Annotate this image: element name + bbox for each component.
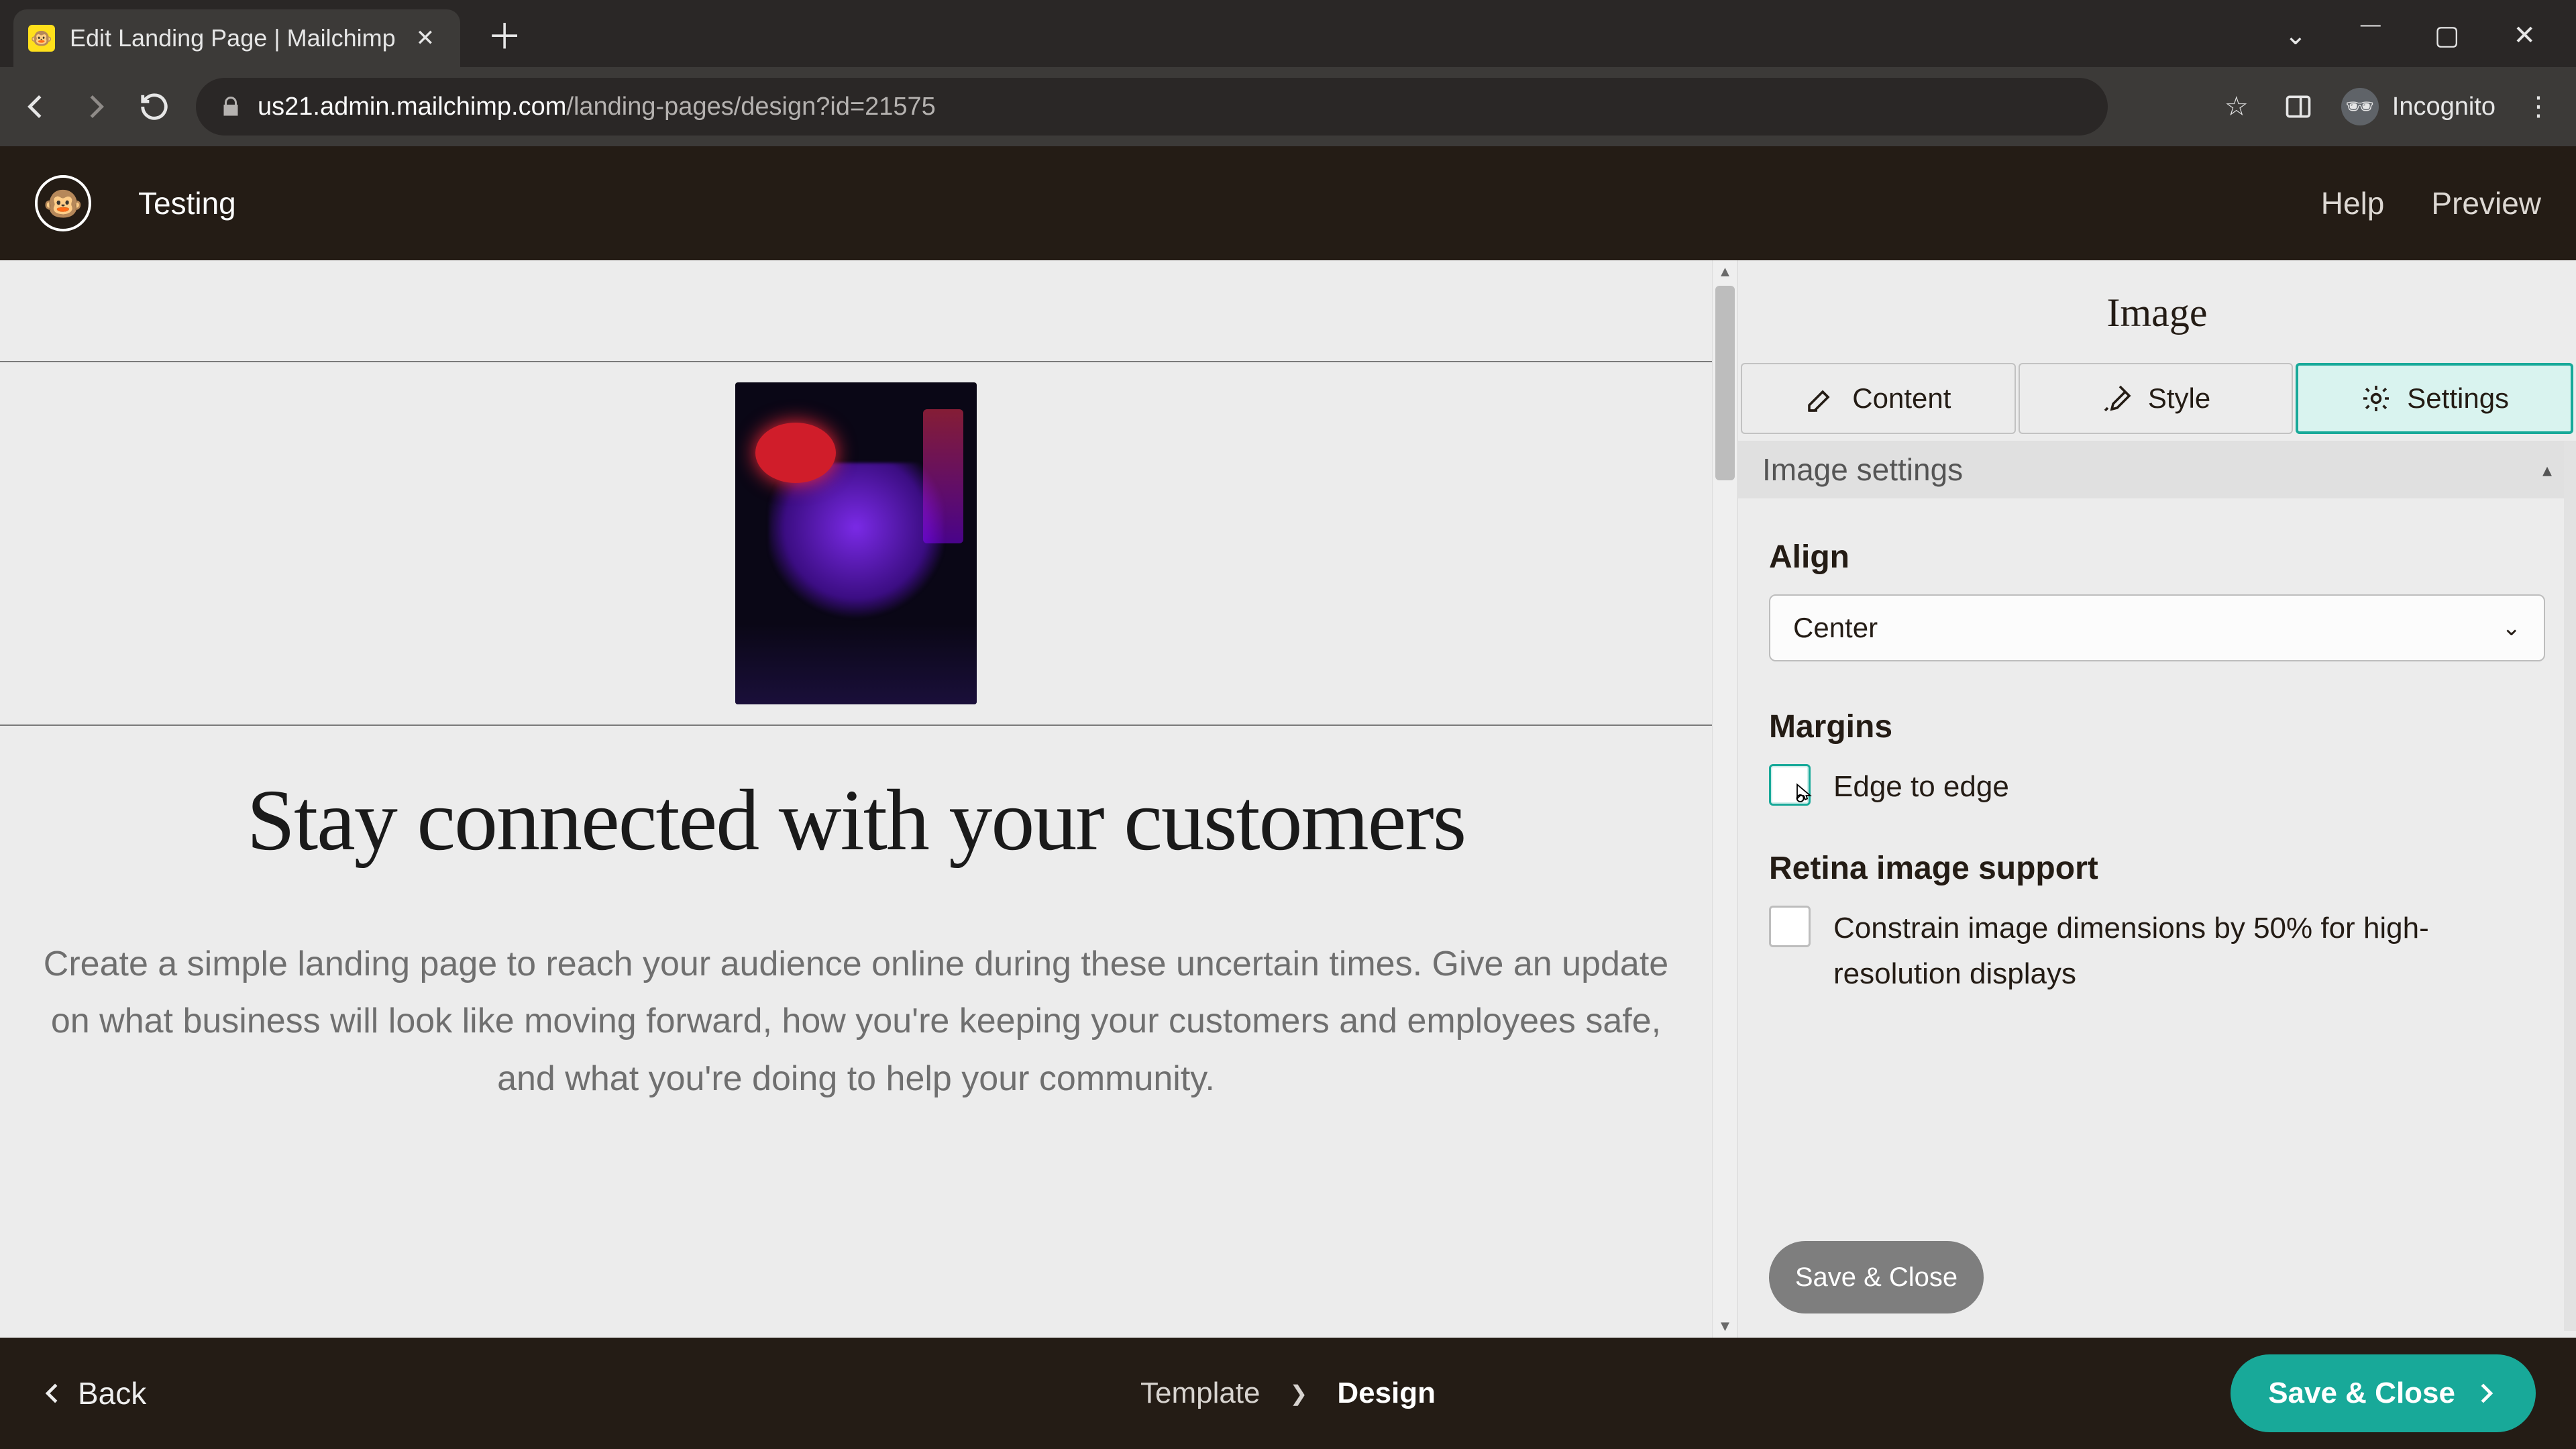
settings-panel: Image Content Style Settings Image setti…: [1737, 260, 2576, 1338]
incognito-indicator[interactable]: 🕶 Incognito: [2341, 88, 2496, 125]
help-link[interactable]: Help: [2321, 185, 2385, 221]
url-field[interactable]: us21.admin.mailchimp.com/landing-pages/d…: [196, 78, 2108, 136]
margins-label: Margins: [1769, 708, 2545, 745]
retina-checkbox[interactable]: [1769, 906, 1811, 947]
tab-style[interactable]: Style: [2019, 363, 2294, 434]
placeholder-image[interactable]: [735, 382, 977, 704]
side-panel-icon[interactable]: [2279, 88, 2317, 125]
panel-title: Image: [1738, 260, 2576, 363]
panel-scrollbar[interactable]: [2564, 441, 2576, 1331]
align-select[interactable]: Center ⌄: [1769, 594, 2545, 661]
breadcrumb: Template ❯ Design: [1140, 1377, 1436, 1410]
scroll-up-icon[interactable]: ▲: [1713, 260, 1737, 283]
panel-tabs: Content Style Settings: [1738, 363, 2576, 434]
canvas-scrollbar[interactable]: ▲ ▼: [1712, 260, 1737, 1338]
close-window-icon[interactable]: ✕: [2513, 20, 2536, 51]
editor-footer: Back Template ❯ Design Save & Close: [0, 1338, 2576, 1449]
window-controls: ⌄ — ▢ ✕: [2284, 0, 2576, 51]
back-button[interactable]: Back: [40, 1375, 146, 1411]
browser-tab[interactable]: 🐵 Edit Landing Page | Mailchimp ✕: [13, 9, 460, 67]
maximize-icon[interactable]: ▢: [2434, 20, 2460, 51]
chevron-right-icon: [2473, 1381, 2498, 1406]
address-bar: us21.admin.mailchimp.com/landing-pages/d…: [0, 67, 2576, 146]
nav-forward-icon: [78, 89, 113, 124]
gear-icon: [2360, 382, 2392, 415]
tab-title: Edit Landing Page | Mailchimp: [70, 24, 396, 52]
step-template[interactable]: Template: [1140, 1377, 1260, 1410]
lock-icon: [219, 95, 243, 119]
section-header[interactable]: Image settings ▴: [1738, 441, 2576, 498]
retina-label: Retina image support: [1769, 850, 2545, 887]
align-label: Align: [1769, 539, 2545, 576]
incognito-icon: 🕶: [2341, 88, 2379, 125]
incognito-label: Incognito: [2392, 93, 2496, 121]
tab-style-label: Style: [2148, 382, 2210, 415]
step-design[interactable]: Design: [1337, 1377, 1436, 1410]
chevron-down-icon[interactable]: ⌄: [2284, 20, 2307, 51]
save-close-label: Save & Close: [2268, 1377, 2455, 1410]
preview-link[interactable]: Preview: [2431, 185, 2541, 221]
tab-content-label: Content: [1852, 382, 1951, 415]
app-header: 🐵 Testing Help Preview: [0, 146, 2576, 260]
tab-strip: 🐵 Edit Landing Page | Mailchimp ✕ ＋ ⌄ — …: [0, 0, 2576, 67]
align-value: Center: [1793, 612, 1878, 644]
tab-content[interactable]: Content: [1741, 363, 2016, 434]
nav-back-icon[interactable]: [19, 89, 54, 124]
bookmark-star-icon[interactable]: ☆: [2218, 88, 2255, 125]
page-name: Testing: [138, 185, 236, 221]
minimize-icon[interactable]: —: [2361, 13, 2381, 44]
edge-to-edge-label: Edge to edge: [1833, 764, 2009, 810]
retina-checkbox-label: Constrain image dimensions by 50% for hi…: [1833, 906, 2545, 997]
close-tab-icon[interactable]: ✕: [411, 21, 441, 55]
panel-save-close-button[interactable]: Save & Close: [1769, 1241, 1984, 1313]
mailchimp-favicon-icon: 🐵: [28, 25, 55, 52]
scroll-thumb[interactable]: [1715, 286, 1735, 480]
chevron-left-icon: [40, 1381, 66, 1406]
mailchimp-logo-icon[interactable]: 🐵: [35, 175, 91, 231]
url-text: us21.admin.mailchimp.com/landing-pages/d…: [258, 93, 936, 121]
tab-settings[interactable]: Settings: [2296, 363, 2573, 434]
caret-up-icon: ▴: [2542, 459, 2552, 481]
section-title: Image settings: [1762, 451, 1963, 488]
back-label: Back: [78, 1375, 146, 1411]
chevron-down-icon: ⌄: [2502, 614, 2522, 641]
tab-settings-label: Settings: [2407, 382, 2509, 415]
headline-text[interactable]: Stay connected with your customers: [0, 726, 1712, 896]
editor-canvas[interactable]: Stay connected with your customers Creat…: [0, 260, 1737, 1338]
chevron-right-icon: ❯: [1290, 1381, 1308, 1406]
kebab-menu-icon[interactable]: ⋮: [2520, 88, 2557, 125]
edge-to-edge-checkbox[interactable]: [1769, 764, 1811, 806]
reload-icon[interactable]: [137, 89, 172, 124]
save-close-button[interactable]: Save & Close: [2231, 1354, 2536, 1432]
pencil-icon: [1805, 382, 1837, 415]
scroll-down-icon[interactable]: ▼: [1713, 1315, 1737, 1338]
new-tab-button[interactable]: ＋: [487, 20, 522, 55]
brush-icon: [2101, 382, 2133, 415]
body-text[interactable]: Create a simple landing page to reach yo…: [0, 896, 1712, 1108]
image-block[interactable]: [0, 362, 1712, 724]
